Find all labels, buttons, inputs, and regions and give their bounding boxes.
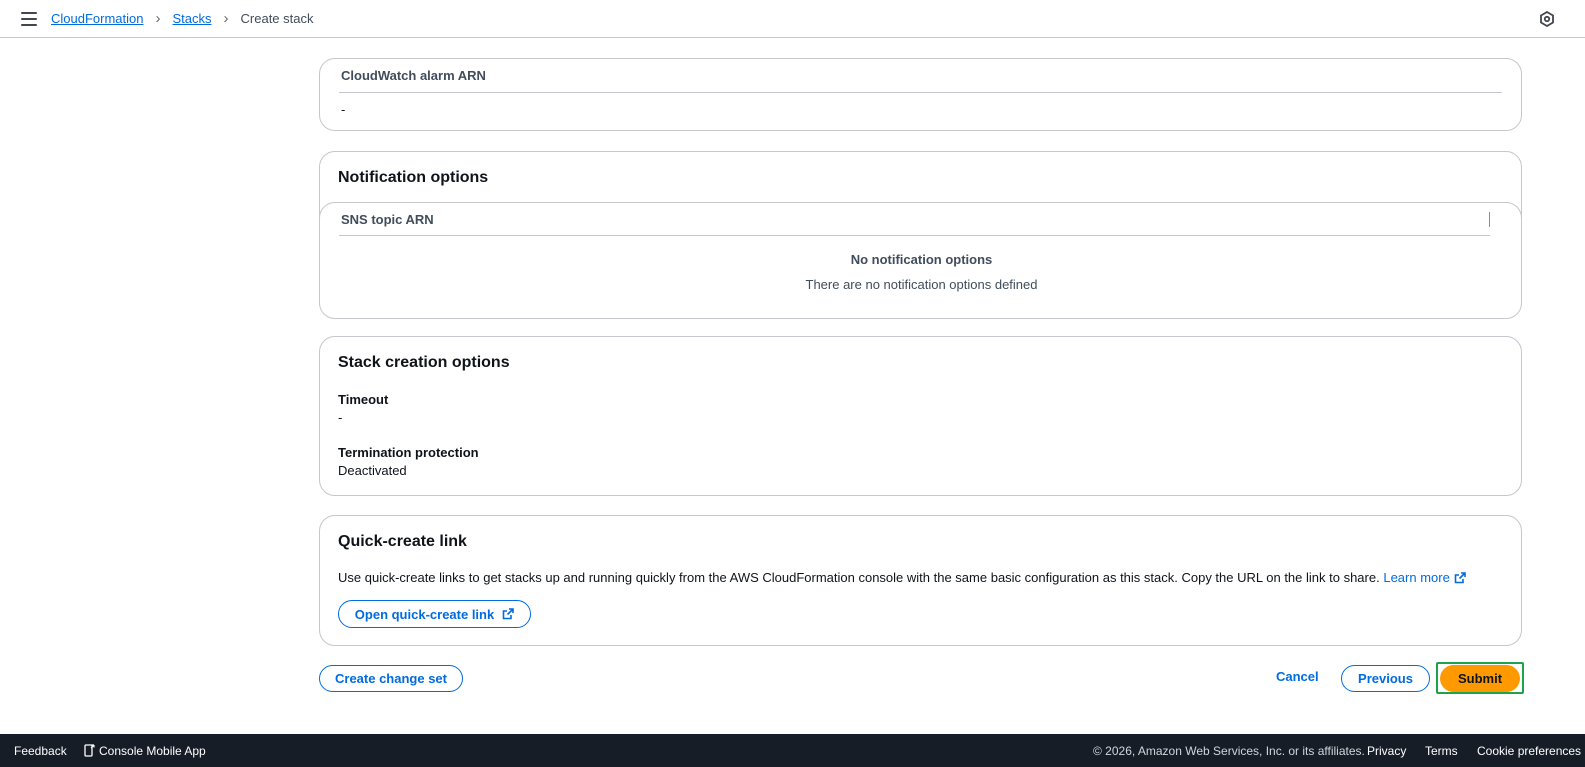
console-footer: Feedback Console Mobile App © 2026, Amaz… bbox=[0, 734, 1585, 767]
console-mobile-app-label: Console Mobile App bbox=[99, 743, 206, 758]
create-change-set-button[interactable]: Create change set bbox=[319, 665, 463, 692]
chevron-right-icon: › bbox=[155, 10, 161, 27]
sns-topic-table: SNS topic ARN No notification options Th… bbox=[319, 202, 1522, 319]
chevron-right-icon: › bbox=[223, 10, 229, 27]
stack-creation-options-panel: Stack creation options Timeout - Termina… bbox=[319, 336, 1522, 496]
learn-more-link[interactable]: Learn more bbox=[1383, 570, 1466, 585]
termination-protection-label: Termination protection bbox=[338, 445, 479, 460]
breadcrumb-stacks[interactable]: Stacks bbox=[173, 11, 212, 26]
quick-create-link-title: Quick-create link bbox=[338, 533, 467, 550]
quick-create-description: Use quick-create links to get stacks up … bbox=[338, 570, 1380, 585]
learn-more-label: Learn more bbox=[1383, 570, 1450, 585]
quick-create-description-row: Use quick-create links to get stacks up … bbox=[338, 570, 1466, 585]
termination-protection-value: Deactivated bbox=[338, 463, 407, 478]
sns-topic-header: SNS topic ARN bbox=[341, 212, 434, 227]
breadcrumb-current: Create stack bbox=[240, 11, 314, 26]
external-link-icon bbox=[1454, 572, 1466, 584]
previous-button[interactable]: Previous bbox=[1341, 665, 1430, 692]
timeout-value: - bbox=[338, 410, 343, 425]
breadcrumb: CloudFormation › Stacks › Create stack bbox=[51, 11, 314, 26]
notification-options-panel: Notification options SNS topic ARN No no… bbox=[319, 151, 1522, 319]
copyright-text: © 2026, Amazon Web Services, Inc. or its… bbox=[1093, 743, 1365, 758]
submit-label: Submit bbox=[1457, 671, 1503, 686]
feedback-link[interactable]: Feedback bbox=[14, 744, 67, 758]
mobile-app-icon bbox=[84, 744, 95, 757]
cookie-preferences-link[interactable]: Cookie preferences bbox=[1477, 744, 1581, 758]
open-quick-create-link-button[interactable]: Open quick-create link bbox=[338, 600, 531, 628]
stack-creation-options-title: Stack creation options bbox=[338, 354, 510, 371]
timeout-label: Timeout bbox=[338, 392, 389, 407]
cloudwatch-alarm-header: CloudWatch alarm ARN bbox=[341, 68, 486, 83]
quick-create-link-panel: Quick-create link Use quick-create links… bbox=[319, 515, 1522, 646]
console-mobile-app-link[interactable]: Console Mobile App bbox=[84, 744, 206, 758]
breadcrumb-cloudformation[interactable]: CloudFormation bbox=[51, 11, 144, 26]
submit-button[interactable]: Submit bbox=[1440, 665, 1520, 692]
create-change-set-label: Create change set bbox=[335, 671, 447, 686]
settings-icon[interactable] bbox=[1539, 11, 1555, 27]
menu-icon[interactable] bbox=[21, 11, 37, 26]
open-quick-create-link-label: Open quick-create link bbox=[354, 606, 495, 622]
empty-state-text: There are no notification options define… bbox=[805, 277, 1038, 292]
cloudwatch-alarm-table: CloudWatch alarm ARN - bbox=[319, 58, 1522, 131]
privacy-link[interactable]: Privacy bbox=[1367, 744, 1406, 758]
external-link-icon bbox=[502, 608, 515, 620]
notification-options-title: Notification options bbox=[338, 169, 489, 186]
column-resizer[interactable] bbox=[1489, 212, 1490, 227]
previous-label: Previous bbox=[1358, 671, 1413, 686]
cancel-button[interactable]: Cancel bbox=[1276, 669, 1319, 684]
empty-state-title: No notification options bbox=[850, 252, 993, 267]
terms-link[interactable]: Terms bbox=[1425, 744, 1458, 758]
main-content: CloudWatch alarm ARN - Notification opti… bbox=[0, 39, 1585, 734]
top-navigation-bar: CloudFormation › Stacks › Create stack bbox=[0, 0, 1585, 38]
cloudwatch-alarm-value: - bbox=[341, 102, 346, 117]
